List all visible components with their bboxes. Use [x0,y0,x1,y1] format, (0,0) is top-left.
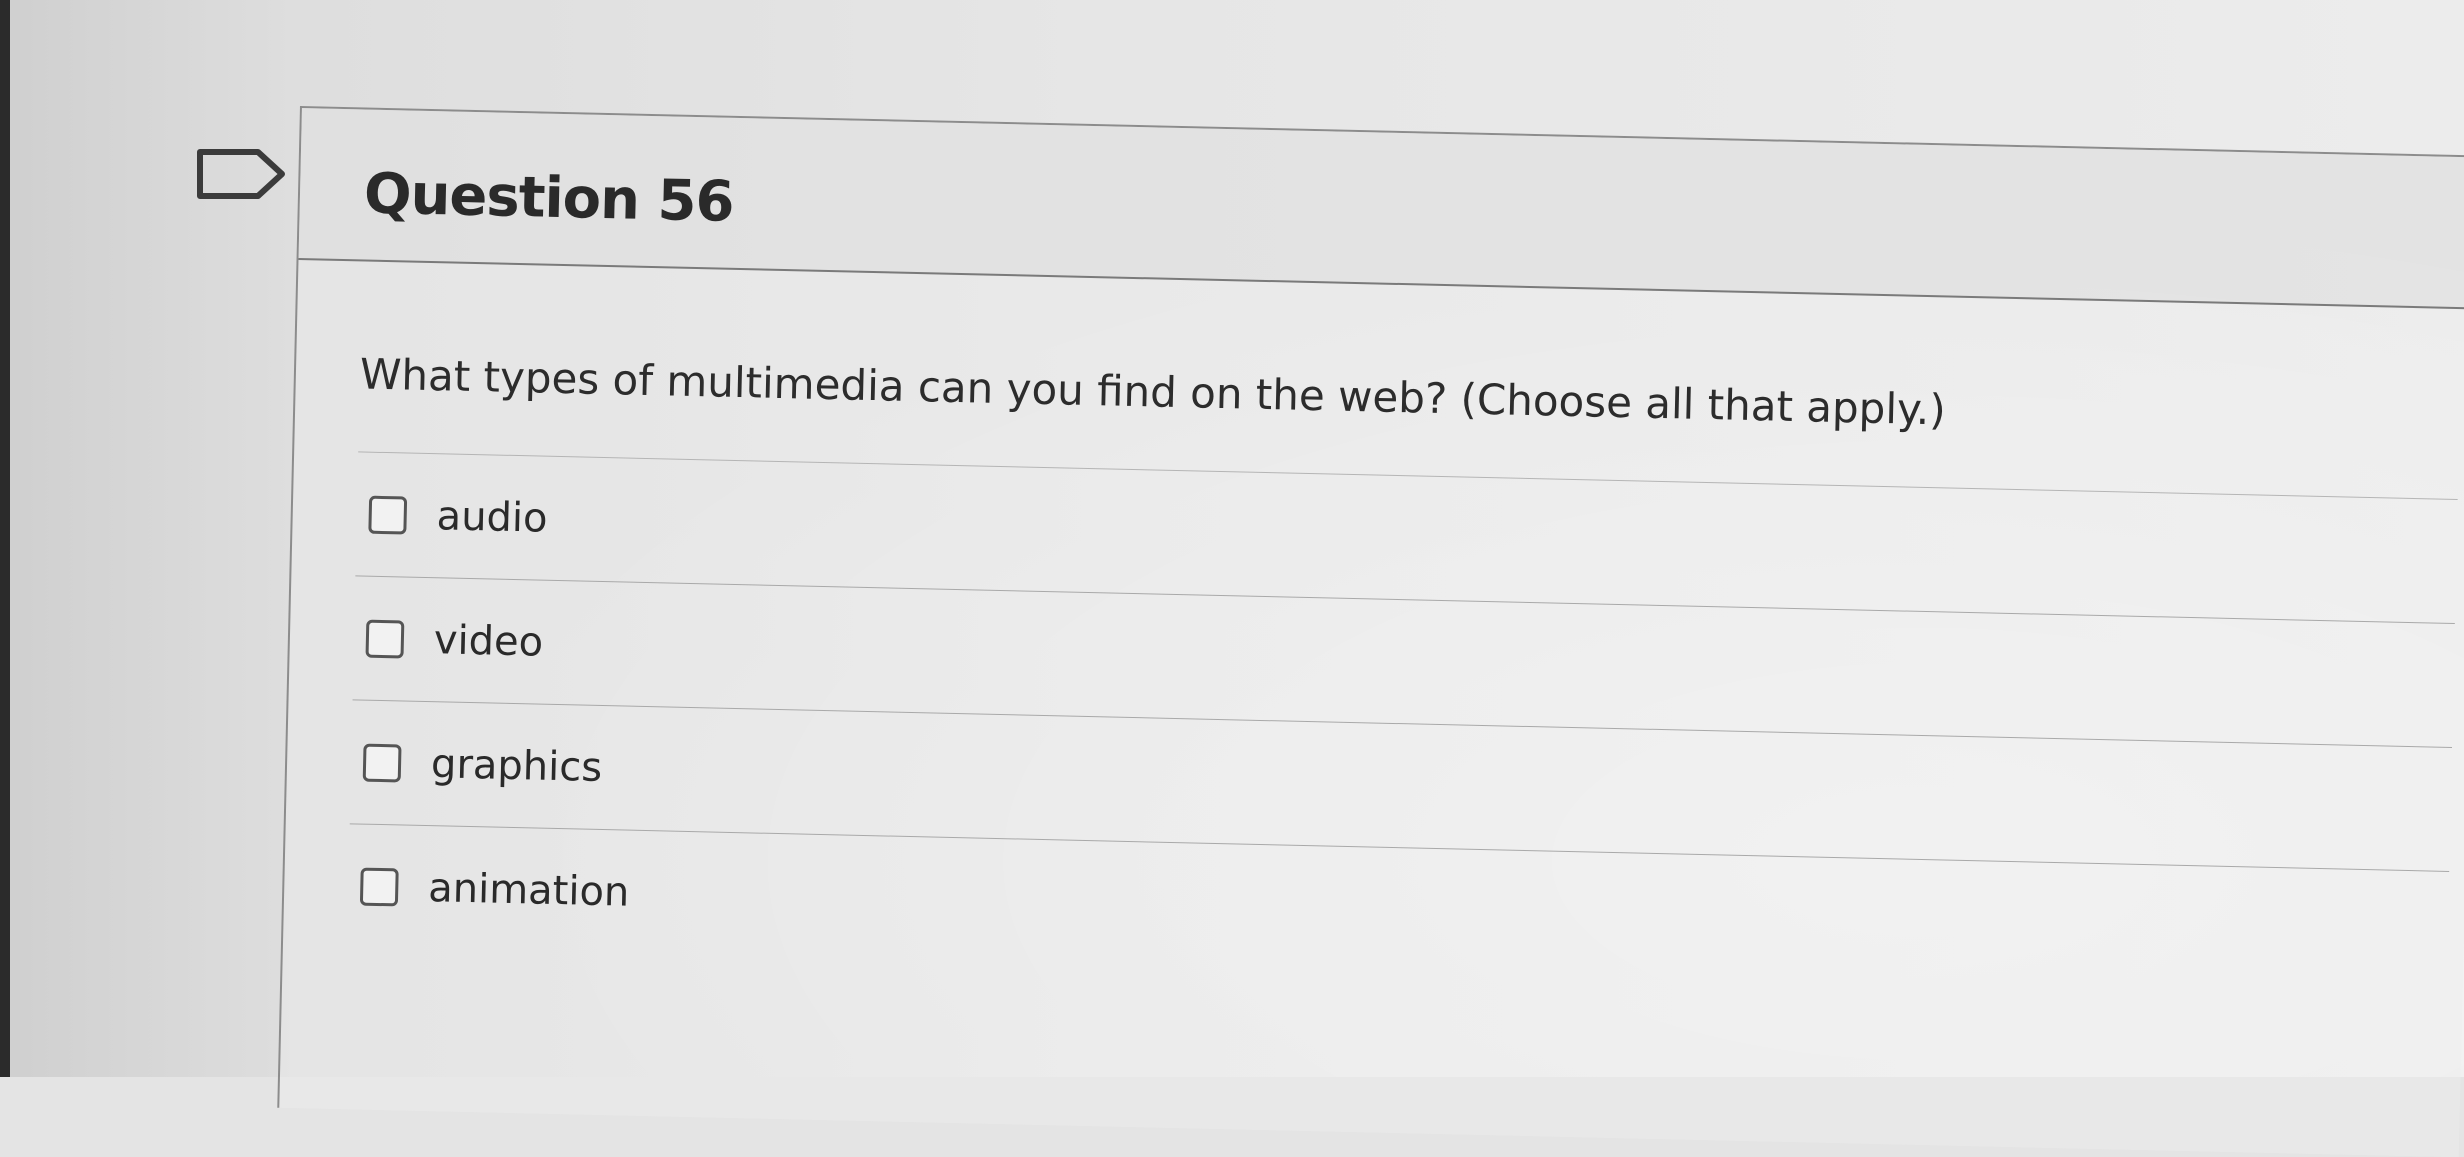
flag-question-icon[interactable] [196,146,288,202]
question-title: Question 56 [363,161,735,235]
question-text: What types of multimedia can you find on… [359,349,1947,435]
monitor-bezel [0,0,10,1077]
answer-label: animation [427,864,630,916]
checkbox-video[interactable] [365,619,405,658]
answer-list: audio video graphics animation [346,451,2458,995]
answer-label: graphics [430,740,603,791]
answer-label: audio [436,492,549,542]
checkbox-audio[interactable] [368,495,408,535]
checkbox-graphics[interactable] [362,743,402,782]
question-card: Question 56 What types of multimedia can… [277,106,2464,1157]
checkbox-animation[interactable] [359,867,399,906]
answer-label: video [433,616,544,666]
